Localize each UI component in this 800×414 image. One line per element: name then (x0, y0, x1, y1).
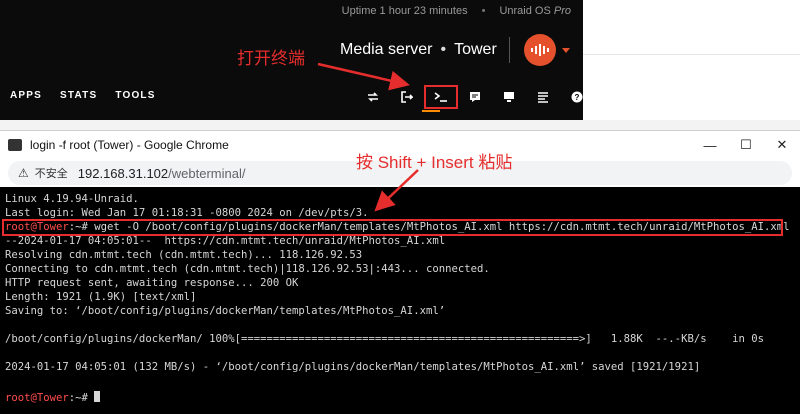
divider (508, 37, 510, 63)
chevron-down-icon[interactable] (561, 47, 570, 53)
terminal-line: Length: 1921 (1.9K) [text/xml] (5, 291, 197, 303)
screenshot-root: Uptime 1 hour 23 minutes • Unraid OS Pro… (0, 0, 800, 414)
text-cursor (94, 391, 101, 402)
status-row: Uptime 1 hour 23 minutes • Unraid OS Pro (342, 5, 571, 17)
divider (583, 54, 800, 55)
display-icon[interactable] (492, 85, 526, 109)
header-toolbar: ? (356, 85, 594, 109)
active-indicator (422, 110, 440, 112)
uptime-text: Uptime 1 hour 23 minutes (341, 5, 468, 17)
minimize-button[interactable]: — (692, 131, 728, 159)
unraid-logo-avatar[interactable] (523, 34, 556, 66)
terminal-line: 2024-01-17 04:05:01 (132 MB/s) - ‘/boot/… (5, 361, 701, 373)
terminal-line: Resolving cdn.mtmt.tech (cdn.mtmt.tech).… (5, 249, 363, 261)
terminal-line: --2024-01-17 04:05:01-- https://cdn.mtmt… (5, 235, 446, 247)
window-controls: — ☐ ✕ (692, 131, 800, 159)
terminal-screen[interactable]: Linux 4.19.94-Unraid. Last login: Wed Ja… (0, 187, 800, 414)
os-label: Unraid OS Pro (499, 5, 571, 17)
log-icon[interactable] (526, 85, 560, 109)
warning-icon[interactable]: ⚠ (18, 166, 29, 180)
terminal-app-icon (8, 139, 22, 151)
server-description: Media server (340, 41, 433, 58)
maximize-button[interactable]: ☐ (728, 131, 764, 159)
server-name[interactable]: Tower (454, 41, 497, 59)
terminal-line: /boot/config/plugins/dockerMan/ 100%[===… (5, 333, 764, 345)
menu-stats[interactable]: STATS (60, 90, 97, 101)
terminal-line: Last login: Wed Jan 17 01:18:31 -0800 20… (5, 207, 369, 219)
page-background (583, 0, 800, 120)
annotation-open-terminal: 打开终端 (237, 49, 305, 68)
separator-dot: • (481, 5, 486, 17)
security-label[interactable]: 不安全 (35, 165, 68, 181)
terminal-line: HTTP request sent, awaiting response... … (5, 277, 299, 289)
terminal-line: Saving to: ‘/boot/config/plugins/dockerM… (5, 305, 446, 317)
feedback-icon[interactable] (458, 85, 492, 109)
url-text[interactable]: 192.168.31.102/webterminal/ (78, 166, 246, 181)
menu-apps[interactable]: APPS (10, 90, 42, 101)
window-title: login -f root (Tower) - Google Chrome (30, 138, 229, 152)
svg-text:?: ? (575, 93, 580, 102)
main-menu: APPS STATS TOOLS (10, 90, 156, 101)
unraid-logo-icon (530, 44, 549, 56)
terminal-line: Connecting to cdn.mtmt.tech (cdn.mtmt.te… (5, 263, 490, 275)
highlight-box (2, 219, 783, 236)
close-button[interactable]: ✕ (764, 131, 800, 159)
server-info: Media server • Tower (340, 34, 570, 66)
swap-icon[interactable] (356, 85, 390, 109)
separator-dot: • (440, 41, 447, 58)
terminal-line: Linux 4.19.94-Unraid. (5, 193, 139, 205)
terminal-icon[interactable] (424, 85, 458, 109)
logout-icon[interactable] (390, 85, 424, 109)
menu-tools[interactable]: TOOLS (115, 90, 155, 101)
prompt-line: root@Tower:~# (5, 391, 101, 404)
annotation-paste-hint: 按 Shift + Insert 粘贴 (356, 153, 513, 172)
